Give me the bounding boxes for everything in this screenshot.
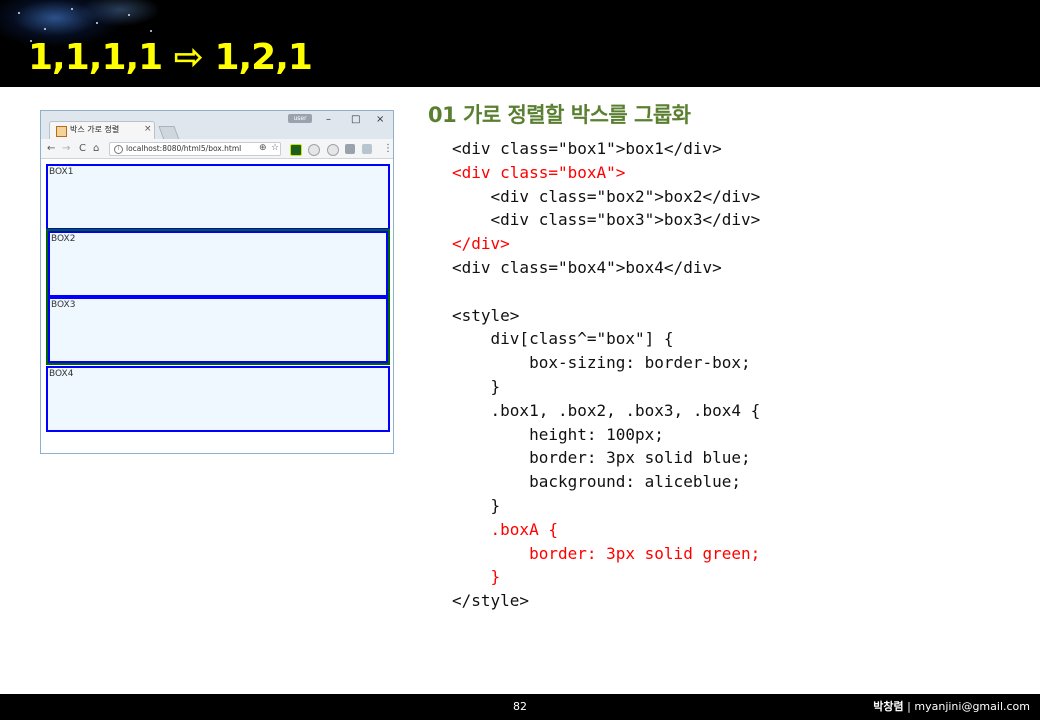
- code-line: <div class="box3">box3</div>: [452, 210, 761, 230]
- star-dot: [96, 22, 98, 24]
- reload-icon[interactable]: C: [79, 142, 86, 155]
- star-dot: [71, 8, 73, 10]
- code-line: }: [452, 376, 501, 396]
- demo-box-group-a: BOX2 BOX3: [46, 229, 390, 365]
- puzzle-extension-icon[interactable]: [362, 144, 372, 154]
- code-listing: <div class="box1">box1</div> <div class="…: [452, 137, 760, 613]
- author-name: 박창렴: [873, 700, 904, 713]
- browser-tab-bar: 박스 가로 정렬 × user – □ ×: [41, 111, 393, 140]
- code-line: <div class="box1">box1</div>: [452, 139, 722, 158]
- box-label: BOX3: [51, 300, 76, 310]
- code-line: .box1, .box2, .box3, .box4 {: [452, 400, 761, 420]
- star-dot: [44, 28, 46, 30]
- close-window-button[interactable]: ×: [376, 114, 384, 126]
- home-icon[interactable]: ⌂: [93, 142, 99, 155]
- code-line: <style>: [452, 305, 520, 325]
- gear-extension-icon[interactable]: [327, 144, 339, 156]
- bookmark-star-icon[interactable]: ☆: [271, 142, 279, 154]
- browser-viewport: BOX1 BOX2 BOX3 BOX4: [41, 159, 393, 453]
- demo-box1: BOX1: [46, 164, 390, 230]
- new-tab-button[interactable]: [158, 126, 180, 140]
- browser-menu-icon[interactable]: ⋮: [383, 142, 393, 155]
- author-email: myanjini@gmail.com: [914, 700, 1030, 713]
- code-line: </div>: [452, 234, 510, 254]
- demo-box3: BOX3: [48, 297, 388, 363]
- code-line: .boxA {: [452, 519, 558, 539]
- code-line: <div class="box2">box2</div>: [452, 186, 761, 206]
- code-line: box-sizing: border-box;: [452, 353, 751, 373]
- back-icon[interactable]: ←: [47, 142, 55, 155]
- code-line: div[class^="box"] {: [452, 329, 674, 349]
- clock-extension-icon[interactable]: [308, 144, 320, 156]
- browser-window: 박스 가로 정렬 × user – □ × ← → C ⌂ i localhos…: [40, 110, 394, 454]
- code-line: <div class="box4">box4</div>: [452, 257, 722, 277]
- page-favicon-icon: [56, 126, 67, 137]
- demo-box2: BOX2: [48, 231, 388, 297]
- code-line: }: [452, 495, 501, 515]
- address-bar[interactable]: i localhost:8080/html5/box.html: [109, 142, 281, 156]
- minimize-button[interactable]: –: [326, 114, 331, 126]
- section-title: 01 가로 정렬할 박스를 그룹화: [428, 103, 691, 127]
- star-dot: [150, 30, 152, 32]
- tab-close-icon[interactable]: ×: [144, 124, 152, 135]
- author-credit: 박창렴 | myanjini@gmail.com: [873, 700, 1030, 714]
- page-number: 82: [513, 700, 527, 713]
- code-line: height: 100px;: [452, 424, 664, 444]
- slide-header: 1,1,1,1 ⇨ 1,2,1: [0, 0, 1040, 87]
- browser-tab[interactable]: 박스 가로 정렬 ×: [49, 121, 155, 139]
- browser-toolbar: ← → C ⌂ i localhost:8080/html5/box.html …: [41, 139, 393, 159]
- code-line: <div class="boxA">: [452, 162, 626, 182]
- address-bar-url: localhost:8080/html5/box.html: [126, 144, 242, 153]
- box-label: BOX4: [49, 369, 74, 379]
- maximize-button[interactable]: □: [351, 114, 360, 126]
- tab-title: 박스 가로 정렬: [70, 125, 120, 134]
- zoom-icon[interactable]: ⊕: [259, 142, 267, 154]
- box-label: BOX1: [49, 167, 74, 177]
- author-separator: |: [903, 700, 915, 713]
- code-line: }: [452, 567, 501, 587]
- demo-box4: BOX4: [46, 366, 390, 432]
- s-extension-icon[interactable]: [345, 144, 355, 154]
- star-dot: [128, 14, 130, 16]
- slide-title: 1,1,1,1 ⇨ 1,2,1: [28, 37, 313, 78]
- code-line: border: 3px solid green;: [452, 543, 761, 563]
- code-line: border: 3px solid blue;: [452, 448, 751, 468]
- forward-icon[interactable]: →: [62, 142, 70, 155]
- green-extension-icon[interactable]: [290, 144, 302, 156]
- code-line: </style>: [452, 591, 530, 611]
- star-dot: [18, 12, 20, 14]
- box-label: BOX2: [51, 234, 76, 244]
- slide-footer: 82 박창렴 | myanjini@gmail.com: [0, 694, 1040, 720]
- site-info-icon[interactable]: i: [114, 145, 123, 154]
- user-profile-badge[interactable]: user: [288, 114, 312, 123]
- code-line: background: aliceblue;: [452, 472, 741, 492]
